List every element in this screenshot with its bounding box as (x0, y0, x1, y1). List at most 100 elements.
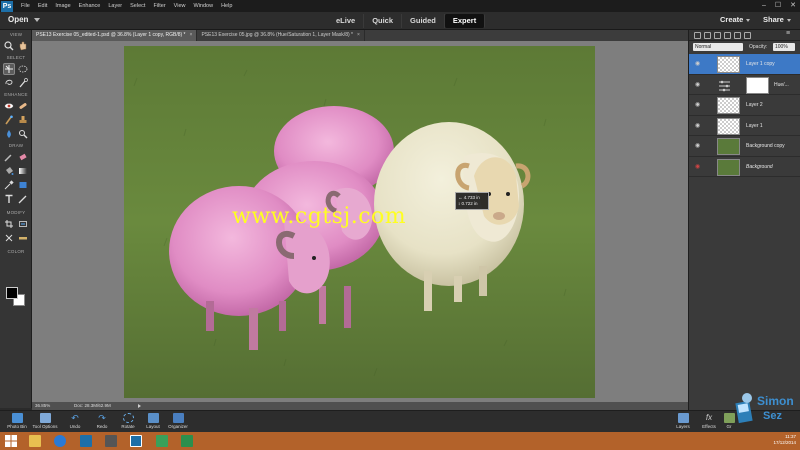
layer-row[interactable]: ◉ Layer 2 (689, 95, 800, 116)
healing-tool[interactable] (17, 100, 29, 112)
marquee-tool[interactable] (17, 63, 29, 75)
camtasia-icon[interactable] (105, 435, 117, 447)
photoshop-elements-icon[interactable] (80, 435, 92, 447)
crop-tool[interactable] (3, 218, 15, 230)
blur-tool[interactable] (3, 128, 15, 140)
visibility-eye-icon[interactable]: ◉ (695, 60, 700, 67)
tab-quick[interactable]: Quick (364, 14, 403, 28)
layer-name: Layer 1 copy (746, 61, 775, 67)
close-icon[interactable]: × (190, 32, 193, 38)
chevron-down-icon (786, 18, 791, 22)
new-layer-icon[interactable] (694, 32, 701, 39)
open-button[interactable]: Open (8, 15, 28, 24)
section-label-color: COLOR (7, 249, 25, 254)
type-tool[interactable] (3, 193, 15, 205)
mode-bar: Open eLive Quick Guided Expert Create Sh… (0, 12, 800, 30)
menu-file[interactable]: File (17, 3, 34, 9)
close-icon[interactable]: × (357, 32, 360, 38)
menu-filter[interactable]: Filter (149, 3, 169, 9)
hand-tool[interactable] (17, 40, 29, 52)
ellipse-marquee-icon (18, 65, 28, 73)
file-explorer-icon[interactable] (29, 435, 41, 447)
share-button[interactable]: Share (763, 15, 791, 24)
camtasia-studio-icon[interactable] (181, 435, 193, 447)
document-size: Doc: 28.3M/62.9M (74, 403, 111, 408)
visibility-eye-icon[interactable]: ◉ (695, 81, 700, 88)
layer-row[interactable]: ◉ Background (689, 157, 800, 177)
layer-row[interactable]: ◉ Layer 1 (689, 116, 800, 136)
open-dropdown-caret-icon[interactable] (34, 18, 40, 22)
paint-bucket-tool[interactable] (3, 165, 15, 177)
quick-selection-tool[interactable] (17, 77, 29, 89)
layer-mask-icon[interactable] (724, 32, 731, 39)
menu-edit[interactable]: Edit (34, 3, 51, 9)
zoom-tool[interactable] (3, 40, 15, 52)
visibility-eye-icon[interactable]: ◉ (695, 142, 700, 149)
foreground-color-swatch[interactable] (6, 287, 18, 299)
photo-bin-label: Photo Bin (7, 424, 27, 429)
minimize-button[interactable]: – (762, 0, 766, 12)
create-button[interactable]: Create (720, 15, 751, 24)
photoshop-elements-editor-icon[interactable] (130, 435, 142, 447)
recompose-tool[interactable] (17, 218, 29, 230)
brush-tool[interactable] (3, 151, 15, 163)
stamp-icon (19, 116, 27, 123)
photo-bin-button[interactable]: Photo Bin (2, 413, 32, 429)
smart-brush-tool[interactable] (3, 114, 15, 126)
opacity-input[interactable]: 100% (773, 43, 795, 51)
tab-guided[interactable]: Guided (402, 14, 445, 28)
gradient-tool[interactable] (17, 165, 29, 177)
document-tab-2[interactable]: PSE13 Exercise 05.jpg @ 36.8% (Hue/Satur… (197, 30, 365, 41)
trash-icon[interactable] (744, 32, 751, 39)
zoom-level[interactable]: 36.85% (35, 402, 50, 410)
menu-image[interactable]: Image (51, 3, 74, 9)
shape-tool[interactable] (17, 179, 29, 191)
blend-mode-select[interactable]: Normal (693, 43, 743, 51)
pencil-tool[interactable] (17, 193, 29, 205)
menu-enhance[interactable]: Enhance (75, 3, 105, 9)
document-tab-1[interactable]: PSE13 Exercise 05_edited-1.psd @ 36.8% (… (32, 30, 198, 41)
move-tool[interactable] (3, 63, 15, 75)
windows-start-icon[interactable] (5, 435, 17, 447)
close-button[interactable]: ✕ (790, 0, 796, 12)
eyedropper-tool[interactable] (3, 179, 15, 191)
canvas-area[interactable]: www.cgtsj.com ↔ 4.733 in ↕ 0.722 in (32, 41, 688, 402)
system-tray[interactable]: 11:37 17/12/2014 (773, 434, 796, 446)
visibility-eye-icon[interactable]: ◉ (695, 122, 700, 129)
tool-options-button[interactable]: Tool Options (30, 413, 60, 429)
menu-help[interactable]: Help (217, 3, 236, 9)
status-menu-arrow-icon[interactable] (138, 404, 141, 408)
clone-stamp-tool[interactable] (17, 114, 29, 126)
eraser-tool[interactable] (17, 151, 29, 163)
tab-elive[interactable]: eLive (328, 14, 365, 28)
red-eye-tool[interactable] (3, 100, 15, 112)
visibility-eye-icon[interactable]: ◉ (695, 163, 700, 170)
menu-window[interactable]: Window (190, 3, 218, 9)
new-group-icon[interactable] (704, 32, 711, 39)
lasso-tool[interactable] (3, 77, 15, 89)
straighten-tool[interactable] (17, 232, 29, 244)
menu-select[interactable]: Select (126, 3, 149, 9)
layer-mask-thumbnail[interactable] (746, 76, 769, 94)
layer-row[interactable]: ◉ Background copy (689, 136, 800, 157)
maximize-button[interactable]: ☐ (775, 0, 781, 12)
menu-view[interactable]: View (170, 3, 190, 9)
layer-row[interactable]: ◉ Hue/... (689, 75, 800, 95)
undo-button[interactable]: ↶ Undo (60, 413, 90, 429)
sponge-tool[interactable] (17, 128, 29, 140)
organizer-button[interactable]: Organizer (163, 413, 193, 429)
content-aware-move-tool[interactable] (3, 232, 15, 244)
camtasia-recorder-icon[interactable] (156, 435, 168, 447)
layer-row[interactable]: ◉ Layer 1 copy (689, 54, 800, 75)
visibility-eye-icon[interactable]: ◉ (695, 101, 700, 108)
adjustment-layer-icon[interactable] (714, 32, 721, 39)
bottom-bar: Photo Bin Tool Options ↶ Undo ↷ Redo Rotat… (0, 410, 800, 432)
internet-explorer-icon[interactable] (54, 435, 66, 447)
menu-layer[interactable]: Layer (104, 3, 126, 9)
tab-expert[interactable]: Expert (444, 14, 486, 28)
windows-taskbar: 11:37 17/12/2014 (0, 432, 800, 450)
lock-icon[interactable] (734, 32, 741, 39)
panel-menu-icon[interactable]: ≡ (786, 30, 793, 37)
layers-panel-toolbar: ≡ (689, 30, 800, 41)
eye-icon (4, 103, 14, 109)
